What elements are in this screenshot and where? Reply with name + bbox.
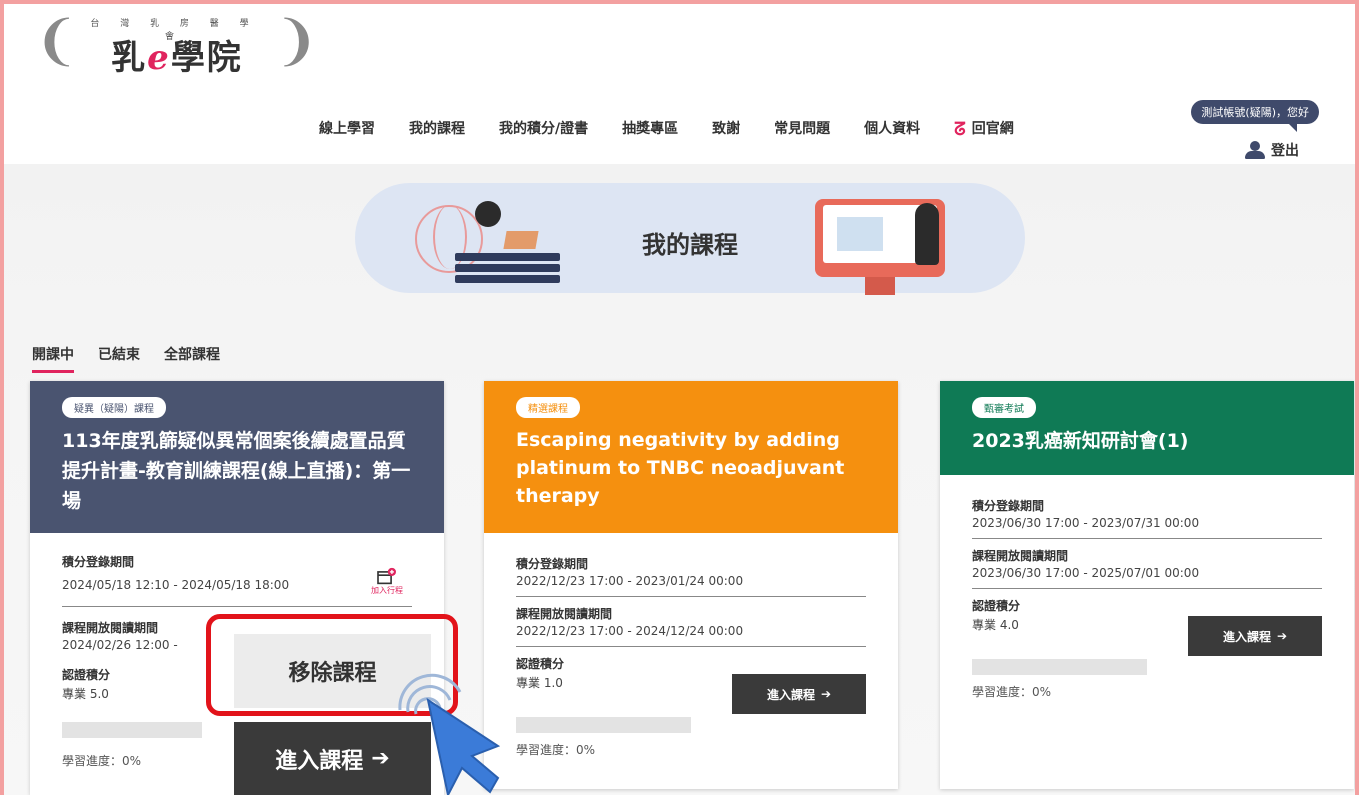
brand-name: 乳e學院 bbox=[111, 38, 243, 78]
enter-course-button[interactable]: 進入課程 ➔ bbox=[1188, 616, 1322, 656]
tab-ended[interactable]: 已結束 bbox=[98, 344, 140, 373]
nav-official-site[interactable]: ᘔ 回官網 bbox=[954, 118, 1014, 140]
arrow-right-icon: ➔ bbox=[1276, 629, 1288, 643]
logout-button[interactable]: 登出 bbox=[1245, 140, 1299, 160]
course-title[interactable]: Escaping negativity by adding platinum t… bbox=[516, 426, 866, 510]
credit-period-value: 2024/05/18 12:10 - 2024/05/18 18:00 bbox=[62, 578, 412, 607]
credit-period-value: 2023/06/30 17:00 - 2023/07/31 00:00 bbox=[972, 516, 1322, 539]
arrow-right-icon: ➔ bbox=[820, 687, 832, 701]
nav-lottery[interactable]: 抽獎專區 bbox=[622, 118, 678, 140]
credit-label: 認證積分 bbox=[516, 657, 565, 671]
main-nav: 線上學習 我的課程 我的積分/證書 抽獎專區 致謝 常見問題 個人資料 ᘔ 回官網 bbox=[319, 118, 1048, 140]
course-title[interactable]: 2023乳癌新知研討會(1) bbox=[972, 426, 1322, 456]
credit-period-label: 積分登錄期間 bbox=[516, 557, 589, 571]
credit-period-value: 2022/12/23 17:00 - 2023/01/24 00:00 bbox=[516, 574, 866, 597]
course-card: 精選課程 Escaping negativity by adding plati… bbox=[484, 381, 898, 789]
site-logo[interactable]: ❨ ❩ 台 灣 乳 房 醫 學 會 乳e學院 bbox=[34, 10, 319, 80]
course-tag: 疑異（疑陽）課程 bbox=[62, 397, 166, 418]
open-period-value: 2023/06/30 17:00 - 2025/07/01 00:00 bbox=[972, 566, 1322, 589]
credit-label: 認證積分 bbox=[972, 599, 1021, 613]
laurel-left-icon: ❨ bbox=[34, 9, 80, 72]
nav-online-learning[interactable]: 線上學習 bbox=[319, 118, 375, 140]
open-period-label: 課程開放閱讀期間 bbox=[972, 549, 1069, 563]
student-illustration-icon bbox=[475, 201, 501, 227]
tab-ongoing[interactable]: 開課中 bbox=[32, 344, 74, 373]
course-tag: 甄審考試 bbox=[972, 397, 1036, 418]
course-card-body: 積分登錄期間 2023/06/30 17:00 - 2023/07/31 00:… bbox=[940, 475, 1354, 700]
enter-course-button[interactable]: 進入課程 ➔ bbox=[732, 674, 866, 714]
progress-bar bbox=[62, 722, 202, 738]
add-schedule-button[interactable]: 加入行程 bbox=[362, 567, 412, 596]
nav-thanks[interactable]: 致謝 bbox=[712, 118, 740, 140]
progress-bar bbox=[516, 717, 691, 733]
page-banner: 我的課程 bbox=[355, 183, 1025, 295]
course-card-body: 積分登錄期間 2022/12/23 17:00 - 2023/01/24 00:… bbox=[484, 533, 898, 758]
user-icon bbox=[1245, 141, 1265, 159]
course-tabs: 開課中 已結束 全部課程 bbox=[32, 344, 220, 373]
arrow-right-icon: ➔ bbox=[371, 746, 390, 771]
course-card-header: 精選課程 Escaping negativity by adding plati… bbox=[484, 381, 898, 533]
tab-all[interactable]: 全部課程 bbox=[164, 344, 220, 373]
course-card: 甄審考試 2023乳癌新知研討會(1) 積分登錄期間 2023/06/30 17… bbox=[940, 381, 1354, 789]
user-greeting: 測試帳號(疑陽)，您好 bbox=[1191, 100, 1319, 132]
laurel-right-icon: ❩ bbox=[273, 9, 319, 72]
course-title[interactable]: 113年度乳篩疑似異常個案後續處置品質提升計畫-教育訓練課程(線上直播)：第一場 bbox=[62, 426, 412, 516]
presenter-illustration-icon bbox=[915, 203, 939, 265]
add-schedule-label: 加入行程 bbox=[371, 586, 403, 595]
nav-my-courses[interactable]: 我的課程 bbox=[409, 118, 465, 140]
course-tag: 精選課程 bbox=[516, 397, 580, 418]
site-header: ❨ ❩ 台 灣 乳 房 醫 學 會 乳e學院 線上學習 我的課程 我的積分/證書… bbox=[4, 4, 1359, 164]
pink-ribbon-icon: ᘔ bbox=[954, 119, 966, 140]
enter-course-large-label: 進入課程 bbox=[275, 748, 364, 774]
open-period-value: 2022/12/23 17:00 - 2024/12/24 00:00 bbox=[516, 624, 866, 647]
enter-course-label: 進入課程 bbox=[766, 687, 815, 702]
progress-bar bbox=[972, 659, 1147, 675]
open-period-label: 課程開放閱讀期間 bbox=[516, 607, 613, 621]
progress-label: 學習進度：0% bbox=[972, 685, 1052, 699]
course-card-header: 疑異（疑陽）課程 113年度乳篩疑似異常個案後續處置品質提升計畫-教育訓練課程(… bbox=[30, 381, 444, 533]
credit-period-label: 積分登錄期間 bbox=[62, 555, 135, 569]
course-card-header: 甄審考試 2023乳癌新知研討會(1) bbox=[940, 381, 1354, 475]
calendar-add-icon bbox=[377, 567, 396, 585]
nav-my-credits[interactable]: 我的積分/證書 bbox=[499, 118, 588, 140]
logout-label: 登出 bbox=[1271, 143, 1299, 159]
enter-course-label: 進入課程 bbox=[1222, 629, 1271, 644]
progress-label: 學習進度：0% bbox=[516, 743, 596, 757]
nav-profile[interactable]: 個人資料 bbox=[864, 118, 920, 140]
nav-faq[interactable]: 常見問題 bbox=[774, 118, 830, 140]
credit-period-label: 積分登錄期間 bbox=[972, 499, 1045, 513]
pointer-cursor-icon bbox=[398, 673, 500, 795]
